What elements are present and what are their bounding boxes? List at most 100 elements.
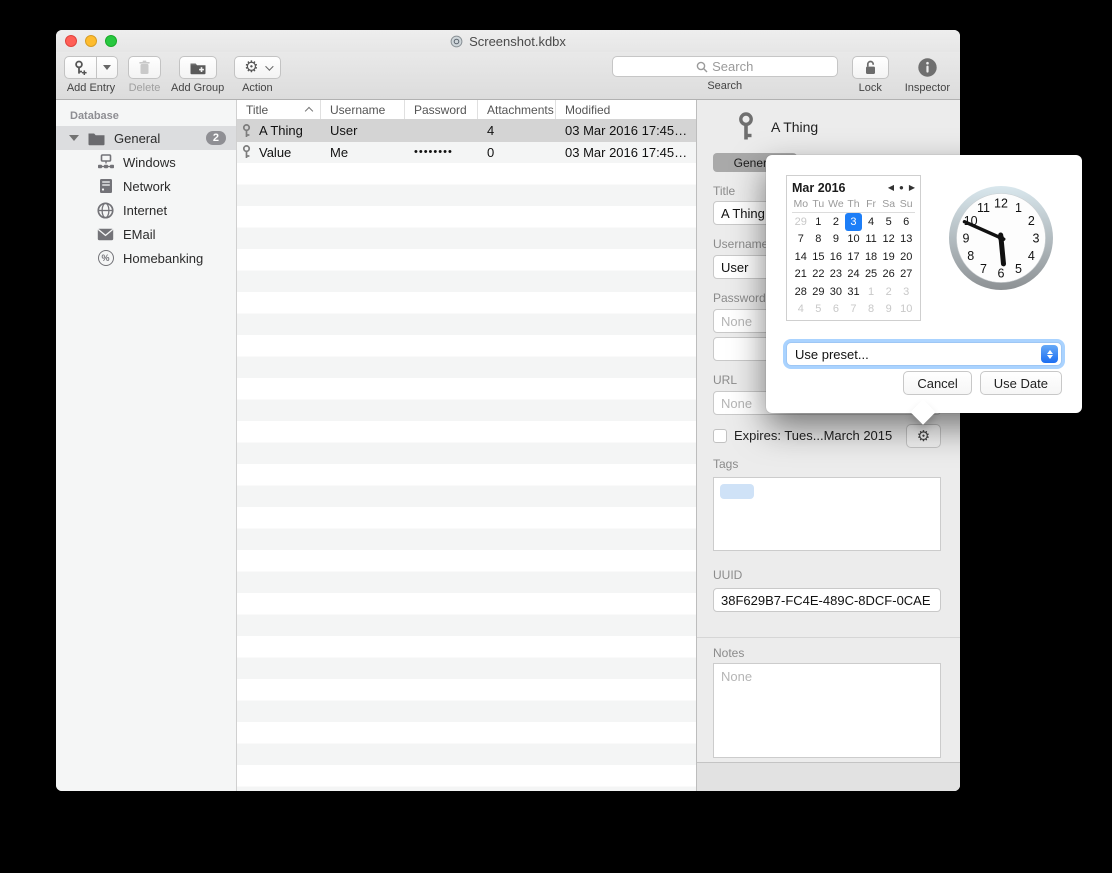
key-plus-icon (73, 60, 88, 76)
calendar-prev-button[interactable]: ◀ (888, 183, 894, 192)
disclosure-triangle-icon[interactable] (69, 135, 79, 141)
svg-text:4: 4 (1028, 249, 1035, 263)
inspector-button[interactable] (917, 56, 938, 79)
calendar-day[interactable]: 27 (897, 266, 915, 284)
sidebar-item-email[interactable]: EMail (56, 222, 236, 246)
uuid-field[interactable] (713, 588, 941, 612)
calendar-day[interactable]: 7 (845, 301, 863, 319)
column-header-modified[interactable]: Modified (556, 100, 696, 119)
unlock-icon (864, 60, 877, 75)
calendar-day[interactable]: 12 (880, 231, 898, 249)
calendar-day[interactable]: 22 (810, 266, 828, 284)
calendar-day[interactable]: 10 (897, 301, 915, 319)
search-input[interactable]: Search (612, 56, 838, 77)
calendar-day[interactable]: 28 (792, 283, 810, 301)
calendar-next-button[interactable]: ▶ (909, 183, 915, 192)
server-icon (96, 177, 115, 196)
search-toolbar-item: Search Search (612, 56, 838, 92)
expires-date-picker-button[interactable]: ⚙ (906, 424, 941, 448)
key-icon (241, 124, 252, 138)
sidebar-item-label: Homebanking (123, 251, 203, 266)
calendar-day[interactable]: 21 (792, 266, 810, 284)
calendar-day[interactable]: 5 (880, 213, 898, 231)
calendar-day[interactable]: 29 (810, 283, 828, 301)
use-date-button[interactable]: Use Date (980, 371, 1062, 395)
calendar-day[interactable]: 8 (810, 231, 828, 249)
column-header-password[interactable]: Password (405, 100, 478, 119)
calendar-day[interactable]: 15 (810, 248, 828, 266)
calendar-day[interactable]: 7 (792, 231, 810, 249)
table-row[interactable]: Value Me •••••••• 0 03 Mar 2016 17:45… (237, 142, 696, 164)
delete-button[interactable] (128, 56, 161, 79)
expires-checkbox[interactable] (713, 429, 727, 443)
calendar-day[interactable]: 2 (827, 213, 845, 231)
add-group-label: Add Group (171, 82, 224, 94)
sidebar-item-network[interactable]: Network (56, 174, 236, 198)
notes-field[interactable] (713, 663, 941, 758)
calendar-day[interactable]: 11 (862, 231, 880, 249)
sidebar-item-windows[interactable]: Windows (56, 150, 236, 174)
table-row[interactable]: A Thing User 4 03 Mar 2016 17:45… (237, 120, 696, 142)
calendar-day[interactable]: 20 (897, 248, 915, 266)
calendar-day[interactable]: 31 (845, 283, 863, 301)
calendar-day[interactable]: 17 (845, 248, 863, 266)
analog-clock[interactable]: 123456789101112 (946, 183, 1056, 293)
column-header-title[interactable]: Title (237, 100, 321, 119)
delete-label: Delete (129, 82, 161, 94)
calendar-day[interactable]: 9 (827, 231, 845, 249)
calendar-day[interactable]: 2 (880, 283, 898, 301)
popover-buttons: Cancel Use Date (903, 371, 1062, 395)
preset-select-value: Use preset... (787, 347, 1041, 362)
column-header-username[interactable]: Username (321, 100, 405, 119)
calendar-day[interactable]: 3 (897, 283, 915, 301)
cell-username: User (330, 123, 357, 138)
calendar-day[interactable]: 9 (880, 301, 898, 319)
preset-select[interactable]: Use preset... (786, 342, 1062, 366)
add-entry-toolbar-item: Add Entry (64, 56, 118, 94)
calendar-day[interactable]: 25 (862, 266, 880, 284)
lock-button[interactable] (852, 56, 889, 79)
calendar-day[interactable]: 4 (792, 301, 810, 319)
calendar-day[interactable]: 6 (897, 213, 915, 231)
add-entry-button[interactable] (64, 56, 97, 79)
calendar-day[interactable]: 13 (897, 231, 915, 249)
sidebar-item-general[interactable]: General 2 (56, 126, 236, 150)
calendar-weekday: Su (897, 198, 915, 210)
add-entry-dropdown-button[interactable] (97, 56, 118, 79)
tag-pill[interactable] (720, 484, 754, 499)
entry-count-badge: 2 (206, 131, 226, 145)
calendar-day[interactable]: 8 (862, 301, 880, 319)
calendar-day[interactable]: 16 (827, 248, 845, 266)
window-title-area: Screenshot.kdbx (56, 30, 960, 52)
gear-icon: ⚙ (917, 429, 930, 444)
calendar-day[interactable]: 1 (862, 283, 880, 301)
cancel-button[interactable]: Cancel (903, 371, 971, 395)
calendar-day-selected[interactable]: 3 (845, 213, 863, 231)
calendar-day[interactable]: 10 (845, 231, 863, 249)
calendar-day[interactable]: 24 (845, 266, 863, 284)
svg-text:7: 7 (980, 262, 987, 276)
add-group-button[interactable] (179, 56, 217, 79)
calendar-day[interactable]: 30 (827, 283, 845, 301)
calendar-day[interactable]: 4 (862, 213, 880, 231)
sidebar-item-label: Network (123, 179, 171, 194)
calendar-day[interactable]: 14 (792, 248, 810, 266)
calendar-day[interactable]: 23 (827, 266, 845, 284)
sidebar-item-homebanking[interactable]: % Homebanking (56, 246, 236, 270)
calendar-day[interactable]: 18 (862, 248, 880, 266)
close-button[interactable] (65, 35, 77, 47)
column-header-attachments[interactable]: Attachments (478, 100, 556, 119)
action-button[interactable]: ⚙ (234, 56, 280, 79)
calendar-day[interactable]: 1 (810, 213, 828, 231)
tags-box[interactable] (713, 477, 941, 551)
minimize-button[interactable] (85, 35, 97, 47)
calendar-day[interactable]: 5 (810, 301, 828, 319)
sidebar-item-internet[interactable]: Internet (56, 198, 236, 222)
calendar-today-button[interactable]: ● (899, 183, 904, 192)
calendar-day[interactable]: 29 (792, 213, 810, 231)
titlebar[interactable]: Screenshot.kdbx (56, 30, 960, 52)
calendar-day[interactable]: 6 (827, 301, 845, 319)
calendar-day[interactable]: 19 (880, 248, 898, 266)
zoom-button[interactable] (105, 35, 117, 47)
calendar-day[interactable]: 26 (880, 266, 898, 284)
